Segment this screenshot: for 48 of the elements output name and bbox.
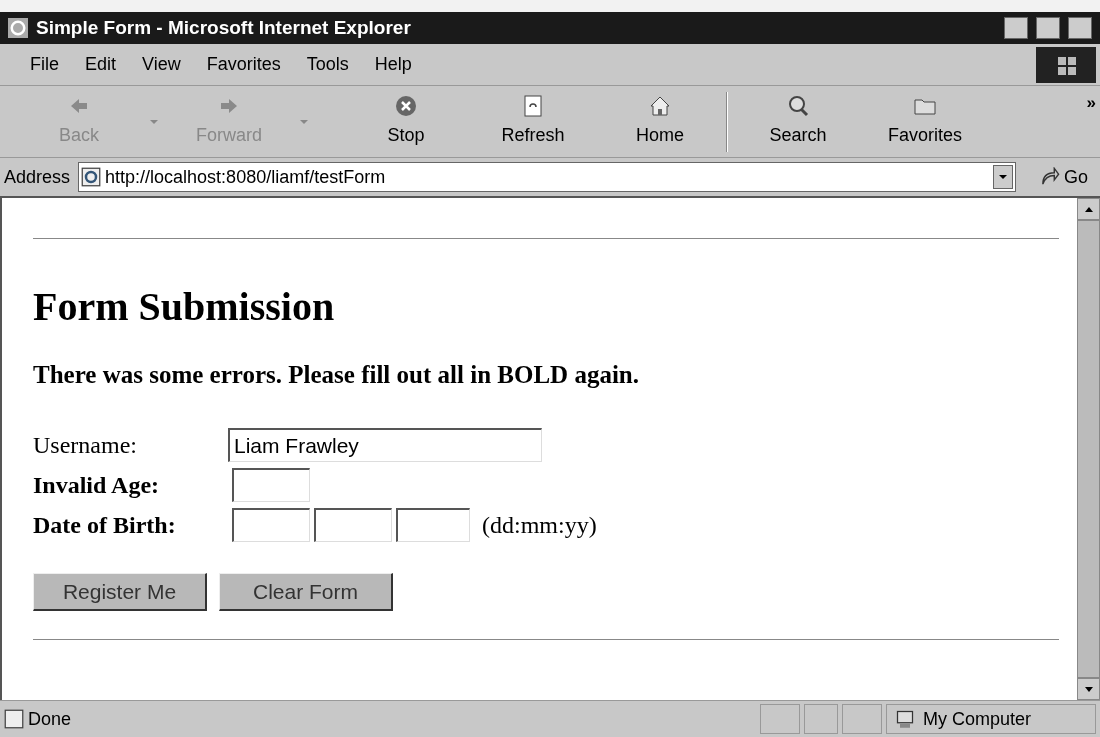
search-icon bbox=[786, 94, 810, 118]
field-label: Username: bbox=[33, 431, 138, 460]
menu-item[interactable]: Edit bbox=[85, 51, 117, 78]
refresh-icon bbox=[521, 94, 545, 118]
go-button[interactable]: Go bbox=[1024, 163, 1096, 191]
status-text: Done bbox=[28, 707, 73, 731]
menu-item[interactable]: File bbox=[30, 51, 59, 78]
window-title: Simple Form - Microsoft Internet Explorer bbox=[36, 15, 412, 40]
menu-item[interactable]: View bbox=[142, 51, 181, 78]
day-field[interactable] bbox=[232, 508, 310, 542]
age-field[interactable] bbox=[232, 468, 310, 502]
error-message: There was some errors. Please fill out all in BOLD again. bbox=[33, 360, 640, 390]
computer-icon bbox=[895, 709, 915, 729]
toolbar-button[interactable]: Refresh bbox=[483, 89, 583, 154]
maximize-button[interactable] bbox=[1036, 17, 1060, 39]
address-field[interactable]: http://localhost:8080/liamf/testForm bbox=[78, 162, 1016, 192]
year-field[interactable] bbox=[396, 508, 470, 542]
menu-item[interactable]: Help bbox=[374, 51, 412, 78]
page-icon bbox=[4, 709, 24, 729]
address-label: Address bbox=[4, 165, 71, 189]
field-label: Invalid Age: bbox=[33, 471, 161, 500]
browser-logo-icon bbox=[8, 18, 28, 38]
username-field[interactable]: Liam Frawley bbox=[228, 428, 542, 462]
toolbar-button[interactable]: Home bbox=[610, 89, 710, 154]
date-format-hint: (dd:mm:yy) bbox=[482, 511, 597, 540]
menu-item[interactable]: Tools bbox=[306, 51, 349, 78]
status-pane bbox=[760, 704, 800, 734]
form-button[interactable]: Register Me bbox=[33, 573, 207, 611]
page-heading: Form Submission bbox=[33, 283, 336, 331]
toolbar-button[interactable]: Stop bbox=[356, 89, 456, 154]
house-icon bbox=[648, 94, 672, 118]
scrollbar[interactable] bbox=[1077, 198, 1100, 700]
go-arrow-icon bbox=[1040, 167, 1060, 187]
page-icon bbox=[81, 167, 102, 187]
close-button[interactable] bbox=[1068, 17, 1092, 39]
menu-item[interactable]: Favorites bbox=[206, 51, 281, 78]
toolbar-button[interactable]: Favorites bbox=[875, 89, 975, 154]
field-label: Date of Birth: bbox=[33, 511, 177, 540]
more-chevron[interactable]: » bbox=[1086, 90, 1096, 116]
stop-icon bbox=[394, 94, 418, 118]
windows-logo-icon bbox=[1036, 46, 1096, 83]
minimize-button[interactable] bbox=[1004, 17, 1028, 39]
status-pane bbox=[842, 704, 882, 734]
month-field[interactable] bbox=[314, 508, 392, 542]
zone-text: My Computer bbox=[923, 707, 1032, 731]
toolbar-button[interactable]: Search bbox=[748, 89, 848, 154]
status-pane bbox=[804, 704, 838, 734]
form-button[interactable]: Clear Form bbox=[219, 573, 393, 611]
